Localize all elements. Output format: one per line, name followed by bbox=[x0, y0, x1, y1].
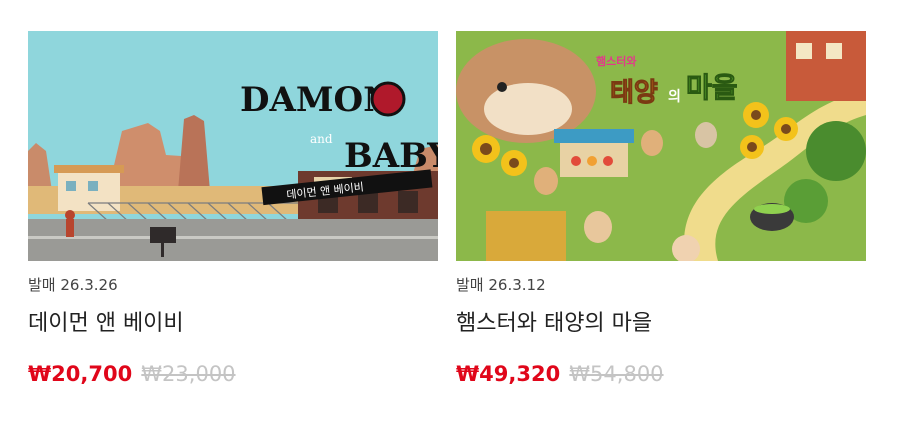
original-price: ₩23,000 bbox=[141, 362, 236, 386]
svg-text:and: and bbox=[310, 132, 333, 146]
release-date: 발매 26.3.12 bbox=[456, 276, 546, 294]
product-title[interactable]: 데이먼 앤 베이비 bbox=[28, 309, 438, 339]
product-grid: DAMON and BABY 데이먼 앤 베이비 발매 26.3.26 데이먼 … bbox=[28, 31, 866, 389]
price-row: ₩49,320 ₩54,800 bbox=[456, 359, 866, 389]
svg-text:BABY: BABY bbox=[344, 136, 438, 176]
sale-price: ₩20,700 bbox=[28, 362, 133, 386]
svg-text:태양: 태양 bbox=[610, 78, 658, 108]
original-price: ₩54,800 bbox=[569, 362, 664, 386]
product-card-hamster-village[interactable]: 햄스터와 태양 의 마을 발매 26.3.12 햄스터와 태양의 마을 ₩49,… bbox=[456, 31, 866, 389]
svg-text:햄스터와: 햄스터와 bbox=[596, 54, 636, 68]
product-card-damon-and-baby[interactable]: DAMON and BABY 데이먼 앤 베이비 발매 26.3.26 데이먼 … bbox=[28, 31, 438, 389]
product-title[interactable]: 햄스터와 태양의 마을 bbox=[456, 309, 866, 339]
price-row: ₩20,700 ₩23,000 bbox=[28, 359, 438, 389]
sale-price: ₩49,320 bbox=[456, 362, 561, 386]
product-thumbnail[interactable]: DAMON and BABY 데이먼 앤 베이비 bbox=[28, 31, 438, 261]
svg-text:의: 의 bbox=[668, 88, 681, 105]
damon-and-baby-key-art: DAMON and BABY 데이먼 앤 베이비 bbox=[28, 31, 438, 261]
svg-text:마을: 마을 bbox=[686, 71, 738, 104]
hamster-village-key-art: 햄스터와 태양 의 마을 bbox=[456, 31, 866, 261]
product-thumbnail[interactable]: 햄스터와 태양 의 마을 bbox=[456, 31, 866, 261]
release-date: 발매 26.3.26 bbox=[28, 276, 118, 294]
